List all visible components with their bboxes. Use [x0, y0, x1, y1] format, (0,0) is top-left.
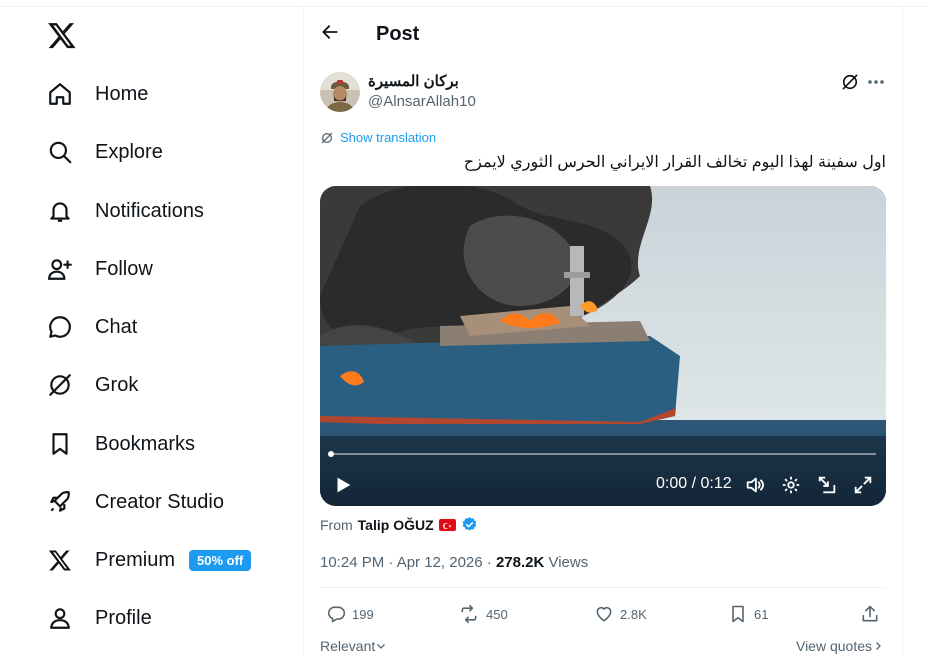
page-title: Post	[376, 23, 420, 45]
nav-label: Home	[95, 82, 149, 105]
x-logo-icon[interactable]	[47, 20, 77, 50]
nav-label: Premium	[95, 548, 176, 571]
bookmark-button[interactable]: 61	[728, 604, 768, 624]
nav-chat[interactable]: Chat	[46, 305, 137, 349]
grok-icon[interactable]	[840, 72, 860, 92]
nav-label: Creator Studio	[95, 490, 224, 513]
divider	[320, 587, 886, 588]
post-detail: Post بركان المسيرة @AlnsarAllah10 Show t…	[304, 0, 902, 656]
play-icon[interactable]	[332, 474, 354, 496]
nav-label: Profile	[95, 606, 152, 629]
post-text: اول سفينة لهذا اليوم تخالف القرار الايرا…	[463, 154, 886, 171]
nav-label: Grok	[95, 373, 139, 396]
view-quotes-label: View quotes	[795, 638, 872, 654]
verified-badge-icon	[461, 516, 478, 533]
fullscreen-icon[interactable]	[852, 474, 874, 496]
nav-grok[interactable]: Grok	[46, 363, 138, 407]
nav-bookmarks[interactable]: Bookmarks	[46, 422, 195, 466]
back-arrow-icon[interactable]	[320, 22, 344, 46]
show-translation-link[interactable]: Show translation	[320, 130, 436, 145]
column-divider	[902, 6, 903, 656]
grok-icon	[321, 132, 333, 143]
settings-gear-icon[interactable]	[780, 474, 802, 496]
nav-label: Chat	[95, 315, 138, 338]
nav-label: Follow	[95, 257, 153, 280]
turkey-flag-icon	[438, 518, 456, 531]
nav-profile[interactable]: Profile	[46, 596, 152, 640]
person-icon	[46, 604, 74, 632]
like-button[interactable]: 2.8K	[594, 604, 647, 624]
reply-icon	[327, 606, 346, 623]
nav-label: Notifications	[95, 199, 204, 222]
repost-button[interactable]: 450	[458, 604, 508, 624]
chevron-down-icon	[377, 644, 386, 649]
x-icon	[46, 546, 74, 574]
bookmark-icon	[46, 430, 74, 458]
nav-premium[interactable]: Premium 50% off	[46, 538, 252, 582]
reply-count: 199	[352, 606, 374, 622]
sort-label: Relevant	[320, 638, 376, 654]
person-plus-icon	[46, 255, 74, 283]
video-frame-ship-fire	[320, 186, 886, 506]
video-progress-track[interactable]	[330, 453, 876, 455]
nav-label: Bookmarks	[95, 432, 196, 455]
home-icon	[46, 80, 74, 108]
chevron-right-icon	[876, 642, 881, 650]
grok-icon	[46, 371, 74, 399]
nav-creator-studio[interactable]: Creator Studio	[46, 480, 224, 524]
like-count: 2.8K	[620, 606, 647, 622]
nav-home[interactable]: Home	[46, 72, 148, 116]
sort-relevant-dropdown[interactable]: Relevant	[320, 638, 387, 654]
bell-icon	[46, 197, 74, 225]
sidebar: Home Explore Notifications Follow Chat G…	[0, 0, 303, 656]
video-source-attribution: From Talip OĞUZ	[320, 516, 478, 533]
post-timestamp[interactable]: 10:24 PM · Apr 12, 2026 ·	[320, 554, 496, 571]
nav-notifications[interactable]: Notifications	[46, 189, 204, 233]
heart-icon	[596, 606, 612, 622]
bookmark-count: 61	[754, 606, 769, 622]
views-count: 278.2K	[495, 554, 545, 571]
reply-button[interactable]: 199	[326, 604, 374, 624]
views-label: Views	[544, 554, 589, 571]
search-icon	[46, 138, 74, 166]
premium-discount-badge: 50% off	[189, 549, 252, 571]
video-time: 0:00 / 0:12	[656, 475, 732, 492]
show-translation-label: Show translation	[340, 130, 437, 145]
rocket-icon	[46, 488, 74, 516]
video-player[interactable]: 0:00 / 0:12	[320, 186, 886, 506]
source-author-name[interactable]: Talip OĞUZ	[358, 517, 434, 533]
nav-explore[interactable]: Explore	[46, 130, 163, 174]
from-label: From	[320, 516, 353, 533]
video-progress-knob[interactable]	[328, 451, 334, 457]
more-options-icon[interactable]	[866, 72, 886, 92]
share-icon	[862, 605, 878, 622]
picture-in-picture-icon[interactable]	[816, 474, 838, 496]
view-quotes-link[interactable]: View quotes	[796, 638, 884, 654]
nav-follow[interactable]: Follow	[46, 247, 153, 291]
chat-bubble-icon	[46, 313, 74, 341]
post-metadata: 10:24 PM · Apr 12, 2026 · 278.2K Views	[320, 554, 588, 571]
nav-label: Explore	[95, 140, 163, 163]
repost-count: 450	[486, 606, 508, 622]
avatar[interactable]	[320, 72, 360, 112]
volume-icon[interactable]	[744, 474, 766, 496]
bookmark-icon	[732, 605, 744, 623]
author-display-name[interactable]: بركان المسيرة	[368, 72, 459, 90]
author-handle[interactable]: @AlnsarAllah10	[368, 93, 476, 110]
share-button[interactable]	[860, 604, 880, 624]
repost-icon	[461, 604, 477, 624]
